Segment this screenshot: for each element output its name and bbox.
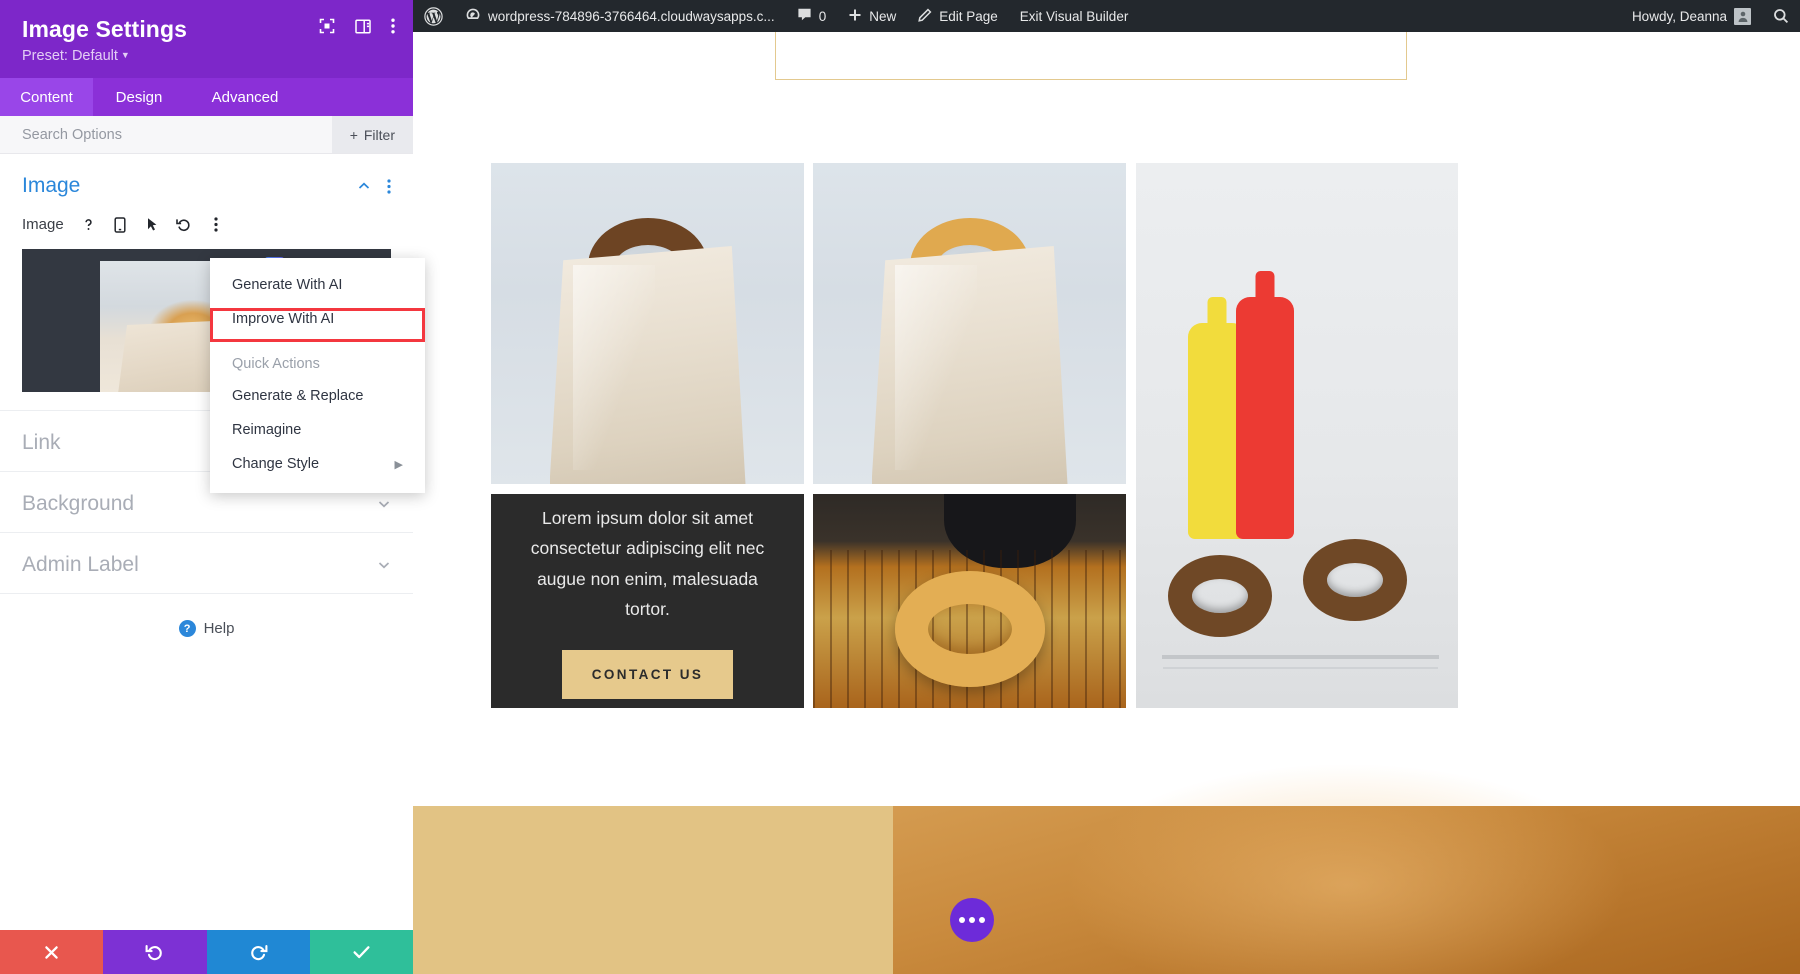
edit-page-item[interactable]: Edit Page	[907, 0, 1009, 32]
filter-button-label: Filter	[363, 126, 395, 143]
comments-item[interactable]: 0	[786, 0, 838, 32]
chevron-down-icon[interactable]	[377, 558, 391, 572]
text-module-body: Lorem ipsum dolor sit amet consectetur a…	[530, 507, 765, 619]
menu-item-generate-with-ai[interactable]: Generate With AI	[210, 268, 425, 302]
module-outline-top[interactable]	[775, 32, 1407, 80]
panel-tabs: Content Design Advanced	[0, 78, 413, 116]
visual-builder-screen: Image Settings Preset: Default ▼ Content…	[0, 0, 1800, 974]
help-button[interactable]: ? Help	[0, 594, 413, 663]
wp-admin-bar: wordpress-784896-3766464.cloudwaysapps.c…	[413, 0, 1800, 32]
bottom-color-block	[413, 806, 893, 974]
paper-bag-shape	[549, 246, 746, 484]
save-button[interactable]	[309, 930, 413, 974]
plus-icon	[848, 8, 862, 25]
gallery-image-pretzel-gold[interactable]	[813, 163, 1126, 484]
menu-item-generate-and-replace[interactable]: Generate & Replace	[210, 379, 425, 413]
menu-item-reimagine[interactable]: Reimagine	[210, 413, 425, 447]
text-module[interactable]: Lorem ipsum dolor sit amet consectetur a…	[491, 494, 804, 708]
section-admin-label-title: Admin Label	[22, 553, 139, 576]
chevron-right-icon: ▶	[394, 458, 403, 471]
tab-content[interactable]: Content	[0, 78, 93, 116]
search-input[interactable]	[0, 116, 332, 153]
section-admin-label: Admin Label	[0, 533, 413, 594]
panel-preset[interactable]: Preset: Default ▼	[22, 48, 391, 64]
dashboard-icon	[465, 7, 481, 26]
site-name-label: wordpress-784896-3766464.cloudwaysapps.c…	[488, 8, 775, 24]
site-name-item[interactable]: wordpress-784896-3766464.cloudwaysapps.c…	[454, 0, 786, 32]
avatar	[1734, 7, 1751, 25]
search-row: + Filter	[0, 116, 413, 154]
search-icon[interactable]	[1762, 0, 1800, 32]
image-gallery: Lorem ipsum dolor sit amet consectetur a…	[491, 163, 1601, 778]
chevron-down-icon: ▼	[120, 50, 130, 60]
contact-us-button[interactable]: CONTACT US	[561, 650, 734, 700]
help-label: Help	[203, 620, 235, 637]
chevron-up-icon[interactable]	[357, 179, 371, 193]
tab-design[interactable]: Design	[93, 78, 185, 116]
section-background-title: Background	[22, 492, 135, 515]
filter-button[interactable]: + Filter	[331, 116, 413, 153]
pretzel-shape	[894, 571, 1045, 688]
gallery-image-rack-pretzel[interactable]	[813, 494, 1126, 708]
bottom-image-block[interactable]	[893, 758, 1800, 974]
new-item[interactable]: New	[837, 0, 907, 32]
gallery-image-pretzel-dark[interactable]	[491, 163, 804, 484]
menu-item-improve-with-ai[interactable]: Improve With AI	[210, 302, 425, 336]
section-admin-label-header[interactable]: Admin Label	[0, 533, 413, 593]
panel-preset-label: Preset: Default	[22, 48, 118, 64]
more-options-fab[interactable]	[950, 898, 994, 942]
dot	[979, 917, 985, 923]
seeded-pretzel	[1168, 555, 1273, 638]
gallery-image-bottles[interactable]	[1136, 163, 1458, 708]
tab-advanced[interactable]: Advanced	[185, 78, 305, 116]
cancel-button[interactable]	[0, 930, 104, 974]
image-field-row: Image	[0, 214, 413, 245]
howdy-item[interactable]: Howdy, Deanna	[1621, 0, 1762, 32]
dot	[969, 917, 975, 923]
wire-rack	[1161, 654, 1439, 659]
section-image-more-icon[interactable]	[387, 178, 391, 194]
image-field-more-icon[interactable]	[206, 214, 227, 235]
edit-page-label: Edit Page	[939, 8, 998, 24]
chevron-down-icon[interactable]	[377, 497, 391, 511]
reset-icon[interactable]	[174, 214, 195, 235]
layout-icon[interactable]	[355, 19, 371, 34]
panel-header: Image Settings Preset: Default ▼	[0, 0, 413, 78]
bottom-section	[413, 758, 1800, 974]
hover-icon[interactable]	[142, 214, 163, 235]
howdy-label: Howdy, Deanna	[1631, 8, 1727, 24]
seeded-pretzel	[1303, 538, 1408, 621]
image-field-label: Image	[22, 216, 64, 233]
help-icon[interactable]	[78, 214, 99, 235]
responsive-icon[interactable]	[110, 214, 131, 235]
pencil-icon	[918, 8, 932, 25]
section-image-header[interactable]: Image	[0, 154, 413, 214]
undo-button[interactable]	[103, 930, 207, 974]
page-canvas: Lorem ipsum dolor sit amet consectetur a…	[413, 32, 1800, 974]
comment-icon	[797, 7, 812, 25]
ai-options-dropdown: Generate With AI Improve With AI Quick A…	[210, 258, 425, 493]
new-label: New	[869, 8, 897, 24]
red-bottle	[1235, 297, 1294, 540]
dot	[959, 917, 965, 923]
redo-button[interactable]	[206, 930, 310, 974]
plus-icon: +	[349, 126, 358, 143]
paper-bag-shape	[871, 246, 1068, 484]
more-vertical-icon[interactable]	[391, 18, 395, 34]
menu-item-change-style-label: Change Style	[232, 456, 320, 472]
exit-visual-builder-item[interactable]: Exit Visual Builder	[1009, 0, 1140, 32]
section-image-title: Image	[22, 174, 81, 197]
wordpress-icon[interactable]	[413, 0, 454, 32]
focus-icon[interactable]	[319, 18, 335, 34]
comments-count: 0	[818, 8, 827, 24]
menu-group-quick-actions: Quick Actions	[232, 356, 320, 372]
panel-footer	[0, 930, 413, 974]
admin-bar-right: Howdy, Deanna	[1621, 0, 1800, 32]
help-icon: ?	[178, 620, 196, 637]
panel-header-icons	[319, 18, 395, 34]
menu-item-change-style[interactable]: Change Style ▶	[210, 447, 425, 481]
